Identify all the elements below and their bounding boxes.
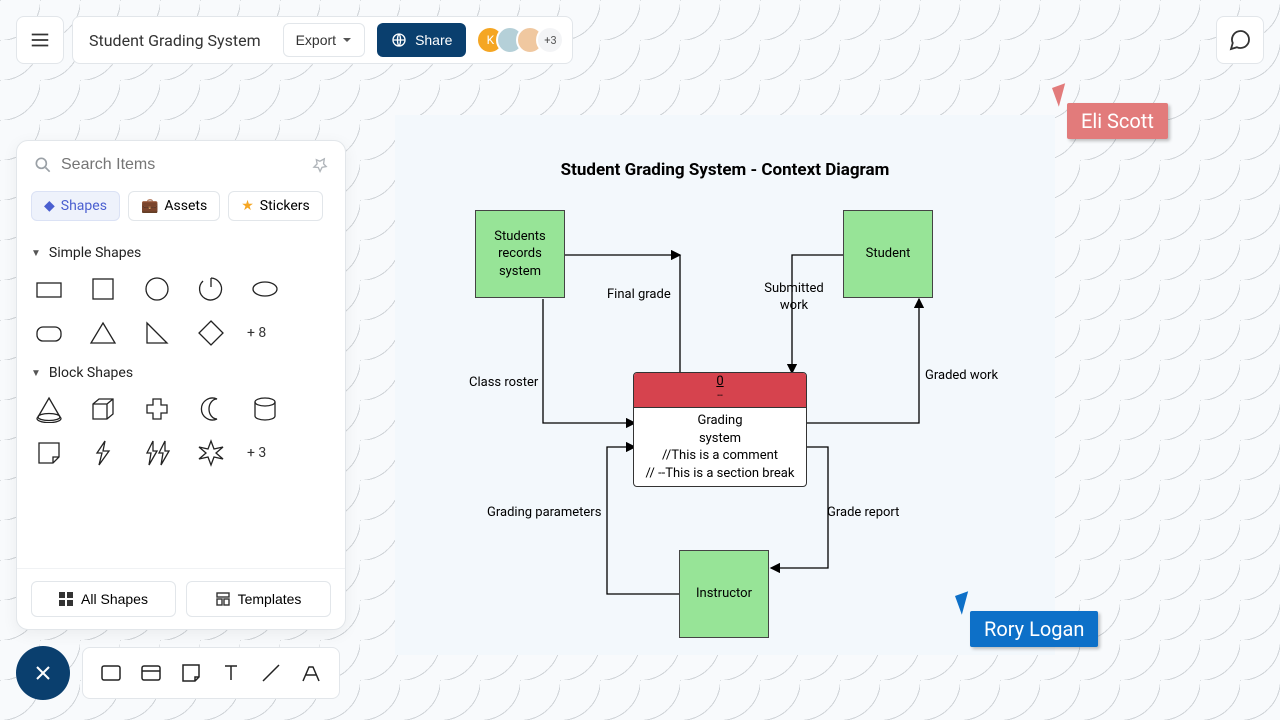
shape-folded-corner[interactable]: [31, 435, 67, 471]
label-submitted-work: Submitted work: [763, 281, 825, 315]
caret-down-icon: ▼: [31, 248, 41, 259]
shape-diamond[interactable]: [193, 315, 229, 351]
shape-crescent[interactable]: [193, 391, 229, 427]
all-shapes-button[interactable]: All Shapes: [31, 581, 176, 617]
cursor-label: Eli Scott: [1067, 103, 1168, 139]
globe-icon: [391, 32, 407, 48]
caret-down-icon: ▼: [31, 368, 41, 379]
avatar-more[interactable]: +3: [536, 26, 564, 54]
cursor-rory: Rory Logan: [958, 593, 1098, 647]
search-icon: [33, 155, 53, 175]
shape-right-triangle[interactable]: [139, 315, 175, 351]
menu-button[interactable]: [16, 16, 64, 64]
chevron-down-icon: [342, 35, 352, 45]
shape-cube[interactable]: [85, 391, 121, 427]
share-label: Share: [415, 32, 452, 48]
label-graded-work: Graded work: [925, 368, 998, 385]
section-block-shapes[interactable]: ▼Block Shapes: [31, 365, 331, 381]
node-records[interactable]: Students records system: [475, 210, 565, 298]
hamburger-icon: [29, 29, 51, 51]
section-simple-shapes[interactable]: ▼Simple Shapes: [31, 245, 331, 261]
label-class-roster: Class roster: [469, 375, 538, 392]
tool-note[interactable]: [173, 655, 209, 691]
tool-line[interactable]: [253, 655, 289, 691]
shape-rectangle[interactable]: [31, 271, 67, 307]
shape-arc[interactable]: [193, 271, 229, 307]
export-button[interactable]: Export: [283, 23, 365, 57]
grid-icon: [59, 592, 73, 606]
chat-icon: [1228, 28, 1252, 52]
tab-stickers[interactable]: ★Stickers: [228, 191, 323, 221]
shape-circle[interactable]: [139, 271, 175, 307]
shape-bolt[interactable]: [85, 435, 121, 471]
shapes-panel: ◆Shapes 💼Assets ★Stickers ▼Simple Shapes…: [16, 140, 346, 630]
label-grading-params: Grading parameters: [487, 505, 601, 522]
node-instructor[interactable]: Instructor: [679, 550, 769, 638]
node-process[interactable]: 0-- Grading system //This is a comment /…: [633, 372, 807, 487]
label-grade-report: Grade report: [827, 505, 899, 522]
shape-burst[interactable]: [193, 435, 229, 471]
close-icon: [34, 664, 52, 682]
briefcase-icon: 💼: [141, 198, 158, 214]
tool-text[interactable]: [213, 655, 249, 691]
shape-cone[interactable]: [31, 391, 67, 427]
share-button[interactable]: Share: [377, 23, 466, 57]
process-body: Grading system //This is a comment // --…: [634, 408, 806, 486]
document-title[interactable]: Student Grading System: [89, 31, 271, 50]
shape-cross[interactable]: [139, 391, 175, 427]
process-header: 0--: [634, 373, 806, 408]
shape-triangle[interactable]: [85, 315, 121, 351]
export-label: Export: [296, 32, 336, 48]
bottom-toolbar: [82, 647, 340, 699]
cursor-label: Rory Logan: [970, 611, 1098, 647]
shape-ellipse[interactable]: [247, 271, 283, 307]
diagram-canvas[interactable]: Student Grading System - Context Diagram…: [395, 115, 1055, 655]
shape-double-bolt[interactable]: [139, 435, 175, 471]
search-input[interactable]: [61, 156, 303, 174]
label-final-grade: Final grade: [607, 287, 671, 304]
title-card: Student Grading System Export Share K +3: [72, 16, 573, 64]
template-icon: [216, 592, 230, 606]
chat-button[interactable]: [1216, 16, 1264, 64]
cursor-eli: Eli Scott: [1055, 85, 1168, 139]
templates-button[interactable]: Templates: [186, 581, 331, 617]
tool-card[interactable]: [133, 655, 169, 691]
shape-square[interactable]: [85, 271, 121, 307]
shape-cylinder[interactable]: [247, 391, 283, 427]
diamond-icon: ◆: [44, 198, 55, 214]
node-student[interactable]: Student: [843, 210, 933, 298]
collaborator-avatars[interactable]: K +3: [484, 26, 564, 54]
tool-rectangle[interactable]: [93, 655, 129, 691]
tab-assets[interactable]: 💼Assets: [128, 191, 220, 221]
simple-shapes-more[interactable]: + 8: [247, 315, 266, 351]
shape-rounded-rect[interactable]: [31, 315, 67, 351]
close-toolbar-button[interactable]: [16, 646, 70, 700]
block-shapes-more[interactable]: + 3: [247, 435, 266, 471]
tool-pen[interactable]: [293, 655, 329, 691]
star-icon: ★: [241, 198, 254, 214]
pin-icon[interactable]: [311, 156, 329, 174]
tab-shapes[interactable]: ◆Shapes: [31, 191, 120, 221]
